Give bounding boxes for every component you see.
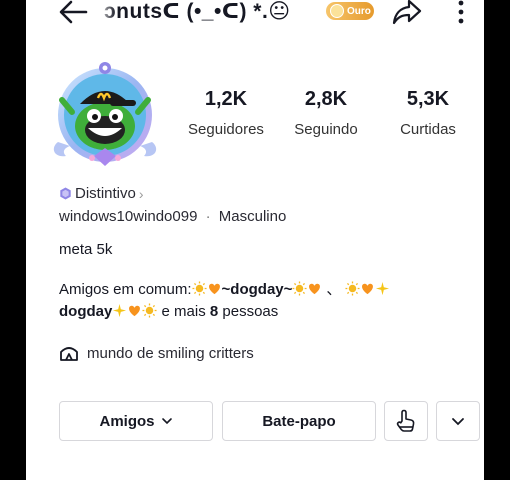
- sun-icon: [142, 303, 157, 318]
- title-fade: [96, 0, 116, 26]
- sun-icon: [292, 281, 307, 296]
- chevron-down-icon: [452, 417, 464, 425]
- chat-button[interactable]: Bate-papo: [222, 401, 376, 441]
- coin-icon: [330, 4, 344, 18]
- mutual-friends[interactable]: Amigos em comum: ~dogday~ 、 dogday e mais 8…: [59, 279, 459, 323]
- profile-screen: ɔnutsᑕ (•_•ᑕ) *.😐 Ouro 1,2K Seguidores 2…: [26, 0, 484, 480]
- mutual-friend-2[interactable]: dogday: [59, 303, 112, 320]
- community-tent-icon: [60, 347, 78, 361]
- gender: Masculino: [218, 208, 287, 225]
- sparkle-icon: [113, 303, 127, 318]
- mutual-and-more: e mais: [161, 303, 206, 320]
- badge-label: Distintivo: [75, 185, 136, 202]
- chat-button-label: Bate-papo: [262, 412, 336, 430]
- friends-button[interactable]: Amigos: [59, 401, 213, 441]
- stat-following[interactable]: 2,8K Seguindo: [281, 88, 371, 138]
- following-label: Seguindo: [294, 121, 358, 138]
- sun-icon: [345, 281, 360, 296]
- mutual-prefix: Amigos em comum:: [59, 281, 192, 298]
- handle-row: windows10windo099 · Masculino: [59, 208, 286, 225]
- hand-tap-icon: [396, 409, 415, 432]
- bio-text: meta 5k: [59, 241, 113, 258]
- mutual-friend-1[interactable]: ~dogday~: [222, 281, 293, 298]
- likes-label: Curtidas: [400, 121, 456, 138]
- top-bar: ɔnutsᑕ (•_•ᑕ) *.😐 Ouro: [26, 0, 484, 28]
- mutual-count: 8: [209, 303, 219, 320]
- heart-icon: [129, 305, 141, 317]
- share-icon[interactable]: [392, 0, 422, 26]
- heart-icon: [362, 283, 374, 295]
- heart-icon: [208, 283, 220, 295]
- likes-count: 5,3K: [406, 88, 450, 110]
- username-title: ɔnutsᑕ (•_•ᑕ) *.😐: [104, 0, 291, 23]
- mutual-separator: 、: [326, 281, 342, 298]
- more-icon[interactable]: [454, 0, 468, 24]
- separator-dot: ·: [205, 208, 211, 225]
- followers-count: 1,2K: [204, 88, 248, 110]
- back-arrow-icon[interactable]: [56, 0, 90, 26]
- sun-icon: [192, 281, 207, 296]
- mutual-suffix: pessoas: [222, 303, 279, 320]
- stat-followers[interactable]: 1,2K Seguidores: [181, 88, 271, 138]
- stat-likes[interactable]: 5,3K Curtidas: [383, 88, 473, 138]
- avatar[interactable]: [50, 60, 160, 170]
- sparkle-icon: [376, 281, 390, 296]
- badge-hexagon-icon: [60, 187, 71, 200]
- user-handle: windows10windo099: [59, 208, 198, 225]
- following-count: 2,8K: [304, 88, 348, 110]
- tier-badge[interactable]: Ouro: [326, 2, 374, 20]
- followers-label: Seguidores: [188, 121, 264, 138]
- chevron-right-icon: ›: [138, 185, 144, 202]
- chevron-down-icon: [161, 418, 172, 425]
- community-label: mundo de smiling critters: [87, 344, 254, 362]
- heart-icon: [309, 283, 321, 295]
- tier-label: Ouro: [347, 5, 371, 17]
- friends-button-label: Amigos: [99, 412, 155, 430]
- poke-button[interactable]: [384, 401, 428, 441]
- community-link[interactable]: mundo de smiling critters: [59, 344, 254, 362]
- more-options-button[interactable]: [436, 401, 480, 441]
- badge-link[interactable]: Distintivo ›: [59, 185, 144, 202]
